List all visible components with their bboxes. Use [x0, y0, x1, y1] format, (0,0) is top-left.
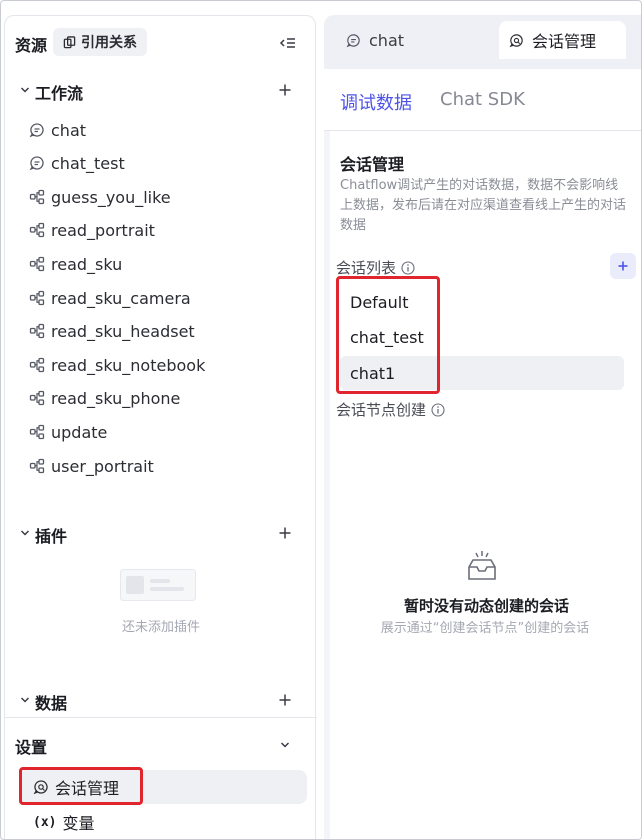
workflow-icon [29, 222, 45, 238]
info-icon[interactable] [431, 402, 445, 417]
collapse-sidebar-icon[interactable] [279, 34, 297, 52]
conversation-icon [509, 33, 523, 47]
workflow-item-label: guess_you_like [51, 187, 171, 207]
tab-label: 会话管理 [532, 32, 597, 51]
workflow-icon [29, 424, 45, 440]
chevron-down-icon [20, 530, 30, 536]
conversation-item-label: chat1 [350, 363, 396, 383]
empty-inbox-icon [468, 551, 496, 580]
reference-button-label: 引用关系 [81, 35, 137, 51]
panel-sub-tabs: 调试数据 Chat SDK [324, 69, 641, 131]
workflow-item-label: read_sku_phone [51, 388, 181, 408]
workflow-icon [29, 290, 45, 306]
settings-group-label: 设置 [15, 738, 48, 757]
empty-plugin-icon [120, 569, 196, 601]
info-icon[interactable] [401, 260, 415, 275]
settings-divider [5, 717, 317, 718]
workflow-item-read-sku-camera[interactable]: read_sku_camera [29, 283, 309, 313]
add-plugin-icon[interactable] [277, 525, 293, 541]
data-group-header[interactable]: 数据 [5, 688, 315, 714]
workflow-item-label: read_sku_headset [51, 321, 195, 341]
workflow-item-label: chat [51, 120, 87, 140]
reference-icon [63, 35, 76, 48]
chevron-down-icon [20, 87, 30, 93]
conversation-item-label: Default [350, 292, 409, 312]
settings-item-label: 会话管理 [55, 779, 120, 798]
chat-icon [29, 156, 44, 171]
variable-icon: (x) [33, 814, 57, 830]
add-workflow-icon[interactable] [277, 82, 293, 98]
data-group-label: 数据 [35, 694, 68, 713]
workflow-item-label: read_sku_notebook [51, 355, 206, 375]
tab-bar: chat 会话管理 [324, 15, 641, 69]
sub-tab-debug-data[interactable]: 调试数据 [340, 89, 412, 115]
sidebar-header: 资源 引用关系 [5, 28, 315, 58]
conversation-item-default[interactable]: Default [340, 285, 624, 319]
settings-item-variable[interactable]: (x) 变量 [19, 805, 307, 839]
sub-tab-chat-sdk[interactable]: Chat SDK [440, 89, 525, 110]
settings-item-conversation-management[interactable]: 会话管理 [19, 770, 307, 804]
workflow-icon [29, 189, 45, 205]
workflow-item-label: user_portrait [51, 456, 154, 476]
workflow-icon [29, 390, 45, 406]
resource-sidebar: 资源 引用关系 工作流 chat chat_test guess_you_lik… [4, 15, 317, 839]
workflow-icon [29, 458, 45, 474]
conversation-item-label: chat_test [350, 327, 424, 347]
conversation-list-label: 会话列表 [336, 259, 397, 277]
section-description: Chatflow调试产生的对话数据，数据不会影响线上数据，发布后请在对应渠道查看… [340, 178, 627, 233]
workflow-icon [29, 357, 45, 373]
conversation-list-header: 会话列表 [336, 253, 636, 279]
workflow-item-chat[interactable]: chat [29, 115, 309, 145]
workflow-icon [29, 256, 45, 272]
conversation-item-chat1[interactable]: chat1 [340, 356, 624, 390]
node-created-header: 会话节点创建 [336, 399, 445, 420]
workflow-group-header[interactable]: 工作流 [5, 78, 315, 104]
section-title: 会话管理 [340, 155, 405, 174]
workflow-item-read-sku-notebook[interactable]: read_sku_notebook [29, 350, 309, 380]
workflow-item-label: read_sku_camera [51, 288, 191, 308]
conversation-panel: 调试数据 Chat SDK 会话管理 Chatflow调试产生的对话数据，数据不… [324, 69, 641, 839]
conversation-card: 会话管理 Chatflow调试产生的对话数据，数据不会影响线上数据，发布后请在对… [330, 131, 641, 839]
chat-icon [29, 123, 44, 138]
conversation-icon [33, 780, 48, 795]
tab-chat[interactable]: chat [346, 21, 404, 59]
chevron-down-icon [20, 697, 30, 703]
empty-state-description: 展示通过“创建会话节点”创建的会话 [380, 621, 590, 636]
workflow-item-label: chat_test [51, 153, 125, 173]
add-data-icon[interactable] [277, 692, 293, 708]
chat-icon [346, 33, 360, 47]
workflow-group-label: 工作流 [35, 84, 84, 103]
reference-relation-button[interactable]: 引用关系 [53, 28, 147, 56]
empty-state-title: 暂时没有动态创建的会话 [403, 597, 569, 615]
workflow-item-update[interactable]: update [29, 417, 309, 447]
plugin-empty-text: 还未添加插件 [121, 620, 200, 635]
conversation-item-chat-test[interactable]: chat_test [340, 320, 624, 354]
workflow-icon [29, 323, 45, 339]
tab-label: chat [369, 30, 405, 50]
conversation-list-label-wrap: 会话列表 [336, 257, 415, 278]
tab-conversation-management[interactable]: 会话管理 [499, 21, 627, 59]
workflow-item-label: read_portrait [51, 220, 155, 240]
workflow-item-read-sku-headset[interactable]: read_sku_headset [29, 316, 309, 346]
node-created-label: 会话节点创建 [336, 401, 427, 419]
settings-item-label: 变量 [62, 814, 95, 833]
plugin-group-header[interactable]: 插件 [5, 521, 315, 547]
app-frame: 资源 引用关系 工作流 chat chat_test guess_you_lik… [0, 0, 642, 840]
workflow-item-chat-test[interactable]: chat_test [29, 148, 309, 178]
settings-group-header[interactable]: 设置 [5, 732, 315, 758]
workflow-item-guess-you-like[interactable]: guess_you_like [29, 182, 309, 212]
workflow-item-read-sku[interactable]: read_sku [29, 249, 309, 279]
add-conversation-button[interactable] [610, 253, 636, 279]
sidebar-title: 资源 [15, 36, 48, 55]
plugin-group-label: 插件 [35, 527, 68, 546]
chevron-down-icon [280, 742, 290, 748]
workflow-item-label: read_sku [51, 254, 123, 274]
plus-icon [618, 261, 628, 271]
workflow-item-read-portrait[interactable]: read_portrait [29, 215, 309, 245]
workflow-item-label: update [51, 422, 108, 442]
workflow-item-user-portrait[interactable]: user_portrait [29, 451, 309, 481]
workflow-item-read-sku-phone[interactable]: read_sku_phone [29, 383, 309, 413]
